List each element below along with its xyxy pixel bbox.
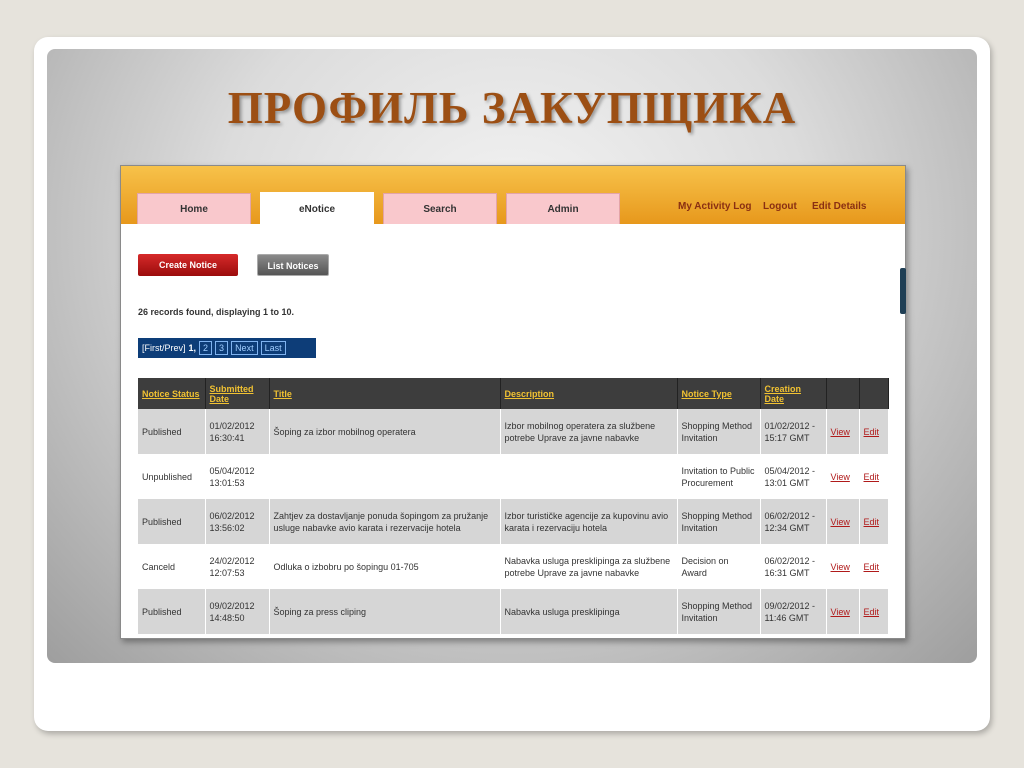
cell-title: Šoping za izbor mobilnog operatera xyxy=(269,409,501,454)
cell-created: 05/04/2012 - 13:01 GMT xyxy=(760,454,827,499)
cell-created: 06/02/2012 - 12:34 GMT xyxy=(760,499,827,544)
table-row: Unpublished 05/04/2012 13:01:53 Invitati… xyxy=(138,454,889,499)
cell-description: Izbor mobilnog operatera za službene pot… xyxy=(500,409,678,454)
table-row: Published 06/02/2012 13:56:02 Zahtjev za… xyxy=(138,499,889,544)
pager-next[interactable]: Next xyxy=(231,341,258,355)
col-view xyxy=(826,378,860,409)
cell-title: Odluka o izbobru po šopingu 01-705 xyxy=(269,544,501,589)
cell-title: Šoping za press cliping xyxy=(269,589,501,634)
col-edit xyxy=(859,378,889,409)
cell-submitted: 09/02/2012 14:48:50 xyxy=(205,589,270,634)
notices-table: Notice Status Submitted Date Title Descr… xyxy=(138,378,889,634)
tab-search[interactable]: Search xyxy=(383,193,497,224)
list-notices-button[interactable]: List Notices xyxy=(257,254,329,276)
cell-submitted: 24/02/2012 12:07:53 xyxy=(205,544,270,589)
cell-created: 06/02/2012 - 16:31 GMT xyxy=(760,544,827,589)
pager-page-3[interactable]: 3 xyxy=(215,341,229,355)
tab-admin[interactable]: Admin xyxy=(506,193,620,224)
pager-last[interactable]: Last xyxy=(260,341,286,355)
table-row: Canceld 24/02/2012 12:07:53 Odluka o izb… xyxy=(138,544,889,589)
view-link[interactable]: View xyxy=(831,472,850,482)
pager-current-page: 1, xyxy=(188,343,197,353)
side-scroll-handle[interactable] xyxy=(900,268,906,314)
edit-details-link[interactable]: Edit Details xyxy=(812,201,866,212)
cell-type: Shopping Method Invitation xyxy=(677,589,761,634)
slide-title: ПРОФИЛЬ ЗАКУПЩИКА xyxy=(227,83,797,133)
table-row: Published 01/02/2012 16:30:41 Šoping za … xyxy=(138,409,889,454)
cell-status: Published xyxy=(138,589,206,634)
cell-type: Invitation to Public Procurement xyxy=(677,454,761,499)
cell-submitted: 01/02/2012 16:30:41 xyxy=(205,409,270,454)
cell-status: Unpublished xyxy=(138,454,206,499)
pager-first-prev[interactable]: [First/Prev] xyxy=(142,343,186,353)
col-title[interactable]: Title xyxy=(269,378,501,409)
col-description[interactable]: Description xyxy=(500,378,678,409)
table-row: Published 09/02/2012 14:48:50 Šoping za … xyxy=(138,589,889,634)
cell-submitted: 06/02/2012 13:56:02 xyxy=(205,499,270,544)
cell-type: Shopping Method Invitation xyxy=(677,409,761,454)
edit-link[interactable]: Edit xyxy=(864,517,880,527)
cell-description: Nabavka usluga presklipinga xyxy=(500,589,678,634)
cell-status: Canceld xyxy=(138,544,206,589)
col-submitted-date[interactable]: Submitted Date xyxy=(205,378,270,409)
cell-type: Decision on Award xyxy=(677,544,761,589)
tab-enotice[interactable]: eNotice xyxy=(260,192,374,225)
view-link[interactable]: View xyxy=(831,427,850,437)
edit-link[interactable]: Edit xyxy=(864,562,880,572)
edit-link[interactable]: Edit xyxy=(864,427,880,437)
my-activity-log-link[interactable]: My Activity Log xyxy=(678,201,752,212)
cell-title: Zahtjev za dostavljanje ponuda šopingom … xyxy=(269,499,501,544)
cell-created: 01/02/2012 - 15:17 GMT xyxy=(760,409,827,454)
view-link[interactable]: View xyxy=(831,607,850,617)
edit-link[interactable]: Edit xyxy=(864,472,880,482)
view-link[interactable]: View xyxy=(831,562,850,572)
cell-status: Published xyxy=(138,409,206,454)
cell-type: Shopping Method Invitation xyxy=(677,499,761,544)
cell-status: Published xyxy=(138,499,206,544)
create-notice-button[interactable]: Create Notice xyxy=(138,254,238,276)
cell-description xyxy=(500,454,678,499)
cell-description: Nabavka usluga presklipinga za službene … xyxy=(500,544,678,589)
records-count: 26 records found, displaying 1 to 10. xyxy=(138,307,295,317)
top-navigation-bar: Home eNotice Search Admin My Activity Lo… xyxy=(121,166,905,225)
edit-link[interactable]: Edit xyxy=(864,607,880,617)
col-notice-type[interactable]: Notice Type xyxy=(677,378,761,409)
col-creation-date[interactable]: Creation Date xyxy=(760,378,827,409)
pagination: [First/Prev] 1, 2 3 Next Last xyxy=(138,338,316,358)
cell-title xyxy=(269,454,501,499)
app-screenshot: Home eNotice Search Admin My Activity Lo… xyxy=(120,165,906,639)
col-notice-status[interactable]: Notice Status xyxy=(138,378,206,409)
pager-page-2[interactable]: 2 xyxy=(199,341,213,355)
cell-description: Izbor turističke agencije za kupovinu av… xyxy=(500,499,678,544)
cell-submitted: 05/04/2012 13:01:53 xyxy=(205,454,270,499)
table-header-row: Notice Status Submitted Date Title Descr… xyxy=(138,378,889,409)
tab-home[interactable]: Home xyxy=(137,193,251,224)
logout-link[interactable]: Logout xyxy=(763,201,797,212)
cell-created: 09/02/2012 - 11:46 GMT xyxy=(760,589,827,634)
view-link[interactable]: View xyxy=(831,517,850,527)
